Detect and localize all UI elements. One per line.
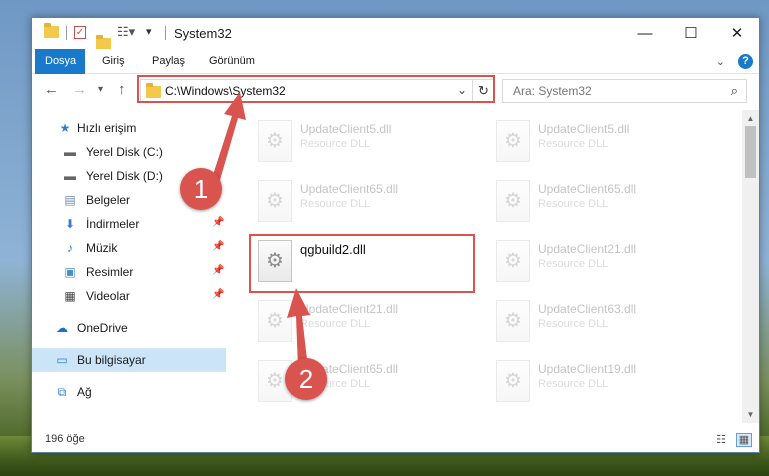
step-1-badge: 1 [180,168,222,210]
annotation-arrows [212,92,310,368]
arrow-to-file [287,288,310,368]
arrow-to-address-bar [212,92,246,180]
step-2-badge: 2 [285,358,327,400]
